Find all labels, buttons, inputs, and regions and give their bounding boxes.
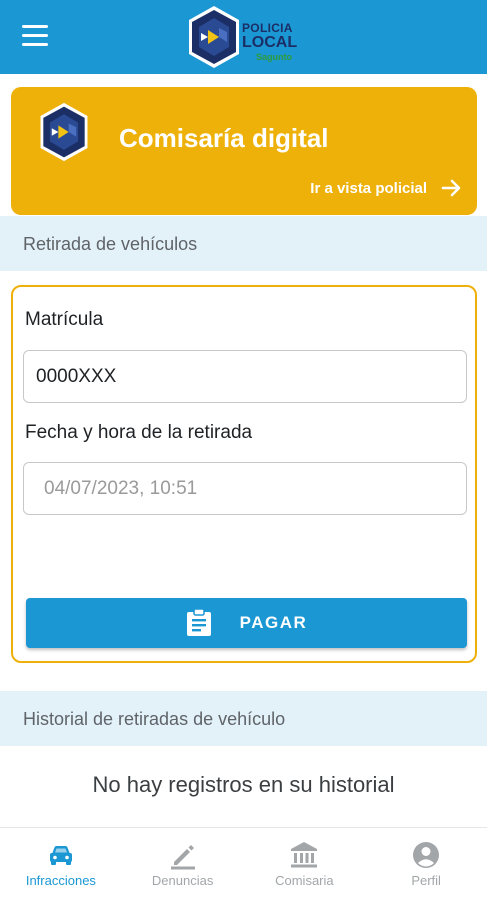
police-view-link-label: Ir a vista policial: [310, 179, 427, 197]
nav-item-perfil[interactable]: Perfil: [365, 828, 487, 900]
section-header-historial: Historial de retiradas de vehículo: [0, 691, 487, 746]
logo-line-sagunto: Sagunto: [256, 52, 292, 62]
app-screen: POLICIA LOCAL Sagunto Comisaría digital …: [0, 0, 487, 900]
clipboard-icon: [186, 609, 211, 636]
datetime-label: Fecha y hora de la retirada: [25, 422, 253, 443]
nav-item-denuncias[interactable]: Denuncias: [122, 828, 244, 900]
section-title-retirada: Retirada de vehículos: [23, 234, 198, 254]
datetime-input[interactable]: [23, 462, 467, 515]
logo-line-policia: POLICIA: [242, 21, 293, 35]
bank-icon: [291, 842, 318, 868]
pay-button-label: PAGAR: [239, 613, 308, 632]
logo-line-local: LOCAL: [242, 34, 298, 51]
nav-label-infracciones: Infracciones: [25, 873, 96, 888]
police-view-link[interactable]: Ir a vista policial: [310, 176, 463, 200]
account-circle-icon: [413, 842, 440, 868]
banner-title: Comisaría digital: [119, 123, 329, 153]
pencil-icon: [170, 845, 195, 870]
history-empty-message: No hay registros en su historial: [92, 772, 395, 797]
section-title-historial: Historial de retiradas de vehículo: [23, 709, 286, 729]
nav-label-denuncias: Denuncias: [151, 873, 214, 888]
nav-item-infracciones[interactable]: Infracciones: [0, 828, 122, 900]
retirada-form-card: Matrícula Fecha y hora de la retirada PA…: [11, 285, 477, 663]
arrow-right-icon: [441, 179, 461, 197]
pay-button[interactable]: PAGAR: [26, 598, 467, 648]
nav-label-comisaria: Comisaria: [275, 873, 334, 888]
nav-item-comisaria[interactable]: Comisaria: [244, 828, 366, 900]
hamburger-menu-icon[interactable]: [22, 25, 54, 49]
top-app-bar: POLICIA LOCAL Sagunto: [0, 0, 487, 74]
shield-logo-icon: [40, 102, 88, 162]
policia-local-logo: POLICIA LOCAL Sagunto: [186, 4, 306, 70]
shield-logo-icon: [189, 6, 239, 68]
car-icon: [49, 846, 72, 865]
plate-input[interactable]: [23, 350, 467, 403]
logo-text: POLICIA LOCAL Sagunto: [242, 22, 297, 62]
plate-label: Matrícula: [25, 309, 104, 330]
section-header-retirada: Retirada de vehículos: [0, 216, 487, 271]
bottom-navigation: Infracciones Denuncias Comisaria Perfil: [0, 827, 487, 900]
nav-label-perfil: Perfil: [411, 873, 441, 888]
comisaria-digital-banner[interactable]: Comisaría digital Ir a vista policial: [11, 87, 477, 215]
